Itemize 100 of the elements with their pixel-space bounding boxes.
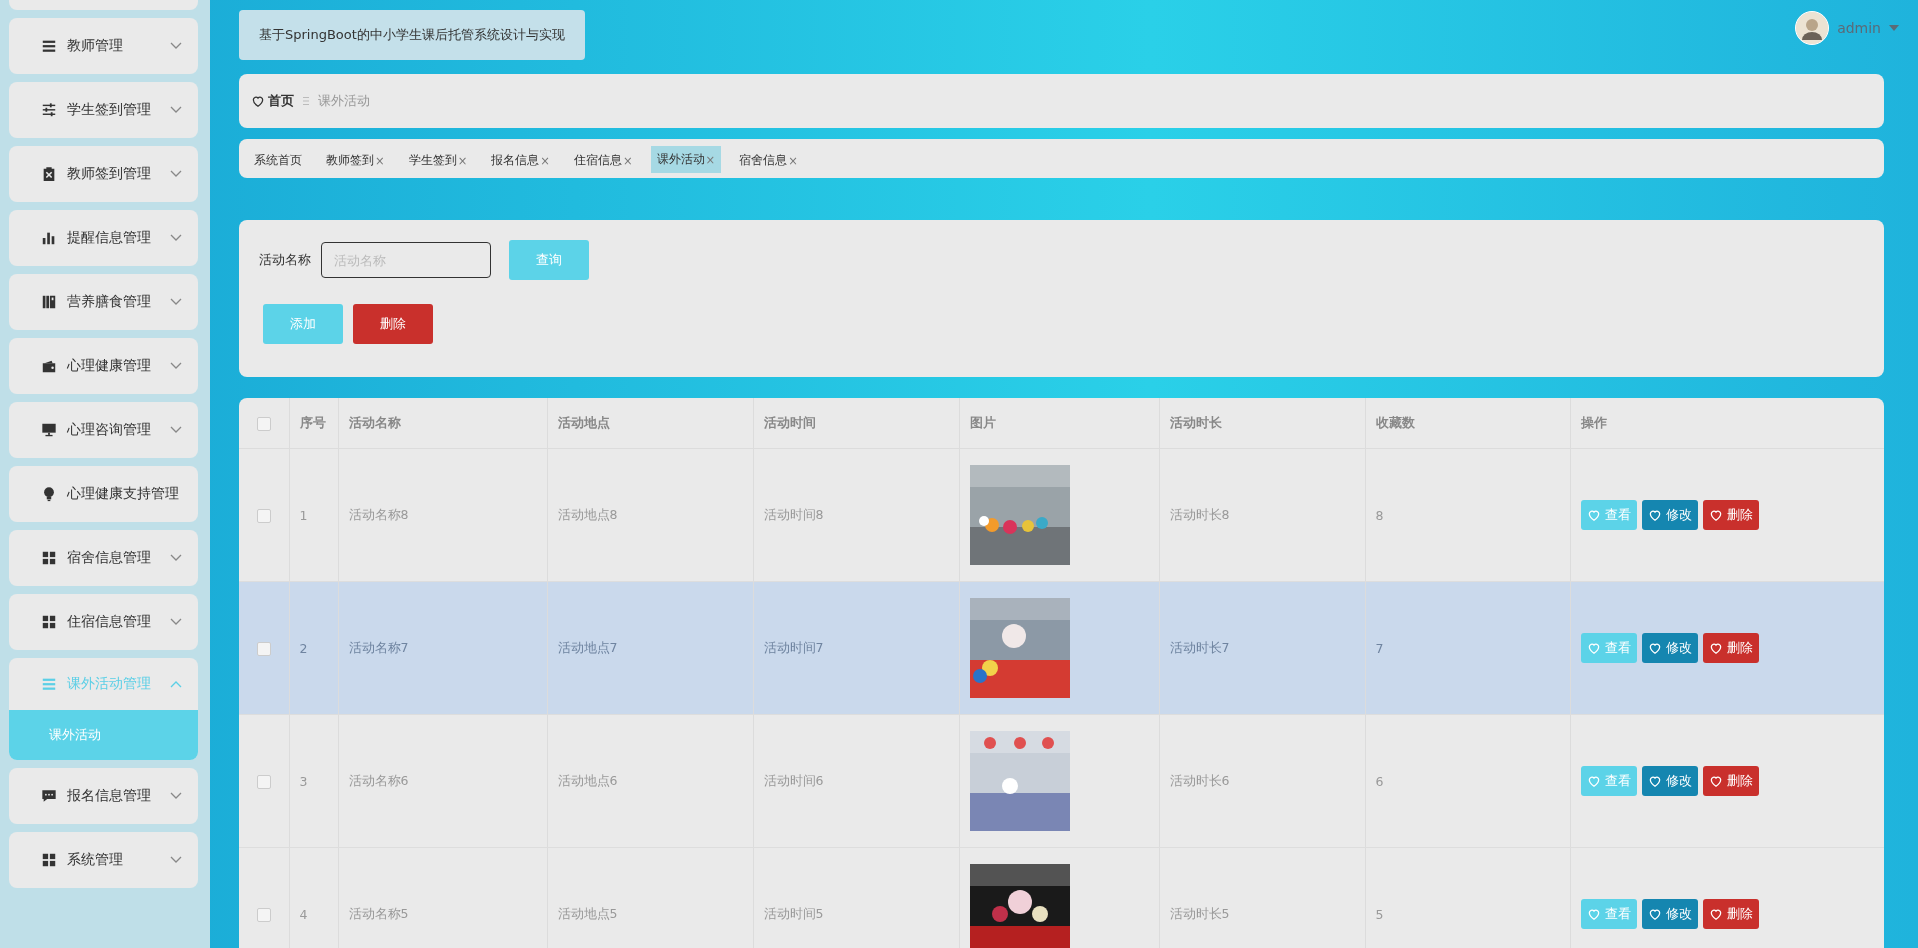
breadcrumb-current: 课外活动 bbox=[318, 92, 370, 110]
table-cell: 活动时间5 bbox=[763, 905, 824, 921]
column-header: 图片 bbox=[969, 414, 996, 430]
heart-icon bbox=[1708, 907, 1723, 921]
sliders-icon bbox=[41, 102, 57, 118]
heart-icon bbox=[1708, 641, 1723, 655]
chevron-down-icon bbox=[170, 426, 182, 434]
heart-icon bbox=[1647, 641, 1662, 655]
app-title: 基于SpringBoot的中小学生课后托管系统设计与实现 bbox=[239, 10, 585, 60]
books-icon bbox=[41, 294, 57, 310]
heart-icon bbox=[1586, 907, 1601, 921]
field-label: 活动名称 bbox=[259, 251, 311, 269]
delete-button[interactable]: 删除 bbox=[1702, 899, 1759, 929]
close-icon[interactable]: × bbox=[457, 153, 468, 168]
edit-button[interactable]: 修改 bbox=[1641, 766, 1698, 796]
heart-icon bbox=[1708, 508, 1723, 522]
breadcrumb-link[interactable]: 首页 bbox=[251, 92, 294, 110]
sidebar-item[interactable]: 系统管理 bbox=[9, 832, 198, 888]
column-header: 收藏数 bbox=[1375, 414, 1415, 430]
chevron-up-icon bbox=[170, 680, 182, 688]
tab[interactable]: 系统首页 bbox=[248, 148, 308, 173]
grid-icon bbox=[41, 852, 57, 868]
table-cell: 活动时长8 bbox=[1169, 506, 1230, 522]
sidebar-item[interactable]: 住宿信息管理 bbox=[9, 594, 198, 650]
table-row[interactable]: 2 活动名称7 活动地点7 活动时间7 活动时长7 7 查看 修改 删除 bbox=[239, 581, 1884, 715]
close-icon[interactable]: × bbox=[622, 153, 633, 168]
heart-icon bbox=[251, 94, 265, 108]
wallet-icon bbox=[41, 358, 57, 374]
delete-button[interactable]: 删除 bbox=[353, 304, 433, 344]
table-cell: 1 bbox=[299, 507, 308, 523]
clipboard-icon bbox=[41, 166, 57, 182]
row-checkbox[interactable] bbox=[256, 774, 271, 789]
table-cell: 活动名称7 bbox=[348, 639, 409, 655]
sidebar-item[interactable]: 心理咨询管理 bbox=[9, 402, 198, 458]
tab[interactable]: 教师签到× bbox=[320, 148, 391, 173]
sidebar-item[interactable]: 报名信息管理 bbox=[9, 768, 198, 824]
heart-icon bbox=[1708, 774, 1723, 788]
column-header: 活动地点 bbox=[557, 414, 610, 430]
sidebar-item[interactable]: 心理健康支持管理 bbox=[9, 466, 198, 522]
table-cell: 活动地点8 bbox=[557, 506, 618, 522]
column-header: 活动名称 bbox=[348, 414, 401, 430]
sidebar-item[interactable]: 教师签到管理 bbox=[9, 146, 198, 202]
heart-icon bbox=[1647, 508, 1662, 522]
table-cell: 活动时间8 bbox=[763, 506, 824, 522]
table-row[interactable]: 1 活动名称8 活动地点8 活动时间8 活动时长8 8 查看 修改 删除 bbox=[239, 448, 1884, 582]
heart-icon bbox=[1647, 907, 1662, 921]
tab[interactable]: 宿舍信息× bbox=[733, 148, 804, 173]
sidebar-item[interactable]: 提醒信息管理 bbox=[9, 210, 198, 266]
lightbulb-icon bbox=[41, 486, 57, 502]
chevron-down-icon bbox=[170, 856, 182, 864]
sidebar-item[interactable]: 心理健康管理 bbox=[9, 338, 198, 394]
close-icon[interactable]: × bbox=[705, 152, 716, 167]
close-icon[interactable]: × bbox=[788, 153, 798, 168]
table-cell: 活动名称5 bbox=[348, 905, 409, 921]
table-cell: 6 bbox=[1375, 773, 1384, 789]
chevron-down-icon bbox=[170, 298, 182, 306]
delete-button[interactable]: 删除 bbox=[1702, 766, 1759, 796]
table-cell: 活动地点5 bbox=[557, 905, 618, 921]
column-header: 操作 bbox=[1580, 414, 1607, 430]
chevron-down-icon bbox=[170, 554, 182, 562]
select-all-checkbox[interactable] bbox=[256, 416, 271, 431]
chevron-down-icon bbox=[170, 792, 182, 800]
list-icon bbox=[41, 676, 57, 692]
heart-icon bbox=[1586, 508, 1601, 522]
row-checkbox[interactable] bbox=[256, 508, 271, 523]
delete-button[interactable]: 删除 bbox=[1702, 500, 1759, 530]
heart-icon bbox=[1586, 774, 1601, 788]
close-icon[interactable]: × bbox=[375, 153, 385, 168]
tab[interactable]: 住宿信息× bbox=[567, 148, 639, 173]
table-cell: 3 bbox=[299, 773, 308, 789]
tab[interactable]: 课外活动× bbox=[650, 146, 722, 173]
delete-button[interactable]: 删除 bbox=[1702, 633, 1759, 663]
edit-button[interactable]: 修改 bbox=[1641, 899, 1698, 929]
sidebar-item[interactable]: 教师管理 bbox=[9, 18, 198, 74]
sidebar-item[interactable]: 宿舍信息管理 bbox=[9, 530, 198, 586]
dropdown-caret-icon[interactable] bbox=[1889, 25, 1899, 31]
chat-icon bbox=[41, 788, 57, 804]
table-cell: 活动时长7 bbox=[1169, 639, 1230, 655]
edit-button[interactable]: 修改 bbox=[1641, 633, 1698, 663]
row-checkbox[interactable] bbox=[256, 641, 271, 656]
sidebar-item[interactable]: 营养膳食管理 bbox=[9, 274, 198, 330]
sidebar-item[interactable]: 学生签到管理 bbox=[9, 82, 198, 138]
edit-button[interactable]: 修改 bbox=[1641, 500, 1698, 530]
sidebar-item[interactable] bbox=[9, 0, 198, 10]
table-cell: 活动时长6 bbox=[1169, 772, 1230, 788]
table-cell: 8 bbox=[1375, 507, 1384, 523]
table-cell: 活动时间6 bbox=[763, 772, 824, 788]
table-row[interactable]: 4 活动名称5 活动地点5 活动时间5 活动时长5 5 查看 修改 删除 bbox=[239, 847, 1884, 948]
heart-icon bbox=[1586, 641, 1601, 655]
heart-icon bbox=[1647, 774, 1662, 788]
close-icon[interactable]: × bbox=[540, 153, 550, 168]
row-checkbox[interactable] bbox=[256, 907, 271, 922]
tab[interactable]: 学生签到× bbox=[402, 148, 474, 173]
chevron-down-icon bbox=[170, 234, 182, 242]
table-row[interactable]: 3 活动名称6 活动地点6 活动时间6 活动时长6 6 查看 修改 删除 bbox=[239, 714, 1884, 848]
chevron-down-icon bbox=[170, 106, 182, 114]
tab[interactable]: 报名信息× bbox=[485, 148, 556, 173]
grid-icon bbox=[41, 614, 57, 630]
avatar-icon bbox=[1795, 11, 1830, 45]
table-cell: 5 bbox=[1375, 906, 1384, 922]
